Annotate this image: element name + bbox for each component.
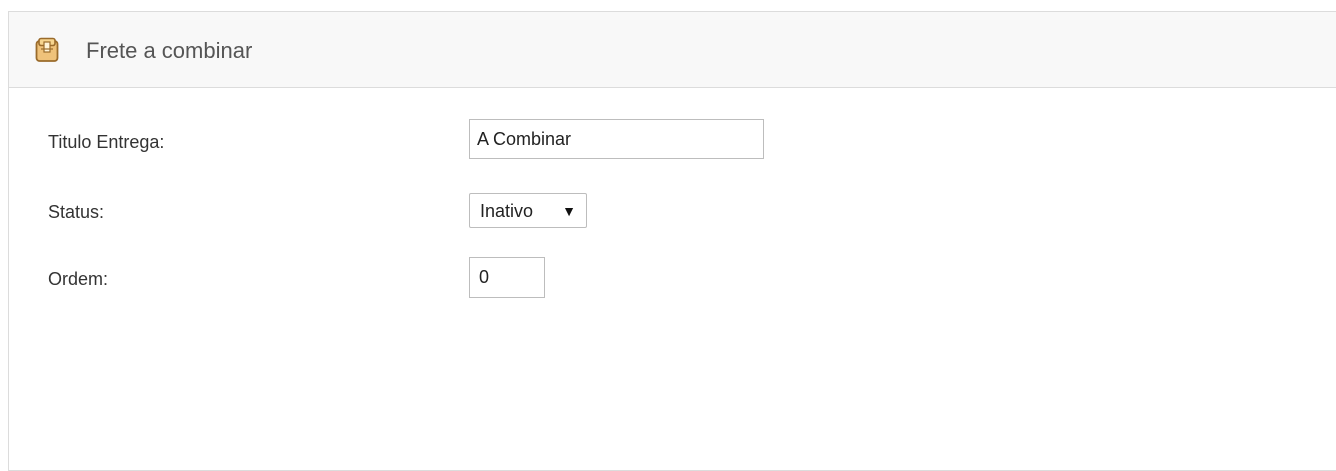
order-input[interactable] <box>469 257 545 298</box>
package-box-icon <box>35 37 59 63</box>
shipping-settings-panel: Frete a combinar Titulo Entrega: Status:… <box>8 11 1336 471</box>
order-label: Ordem: <box>48 269 109 289</box>
delivery-title-input[interactable] <box>469 119 764 159</box>
chevron-down-icon: ▼ <box>562 202 576 219</box>
panel-title: Frete a combinar <box>86 38 253 63</box>
status-row: Status: <box>48 201 104 223</box>
title-row: Titulo Entrega: <box>48 131 164 153</box>
title-label: Titulo Entrega: <box>48 132 165 152</box>
status-label: Status: <box>48 202 105 222</box>
panel-header: Frete a combinar <box>9 12 1336 88</box>
order-row: Ordem: <box>48 268 108 290</box>
status-select[interactable]: Inativo ▼ <box>469 193 587 228</box>
status-select-value: Inativo <box>480 200 534 221</box>
